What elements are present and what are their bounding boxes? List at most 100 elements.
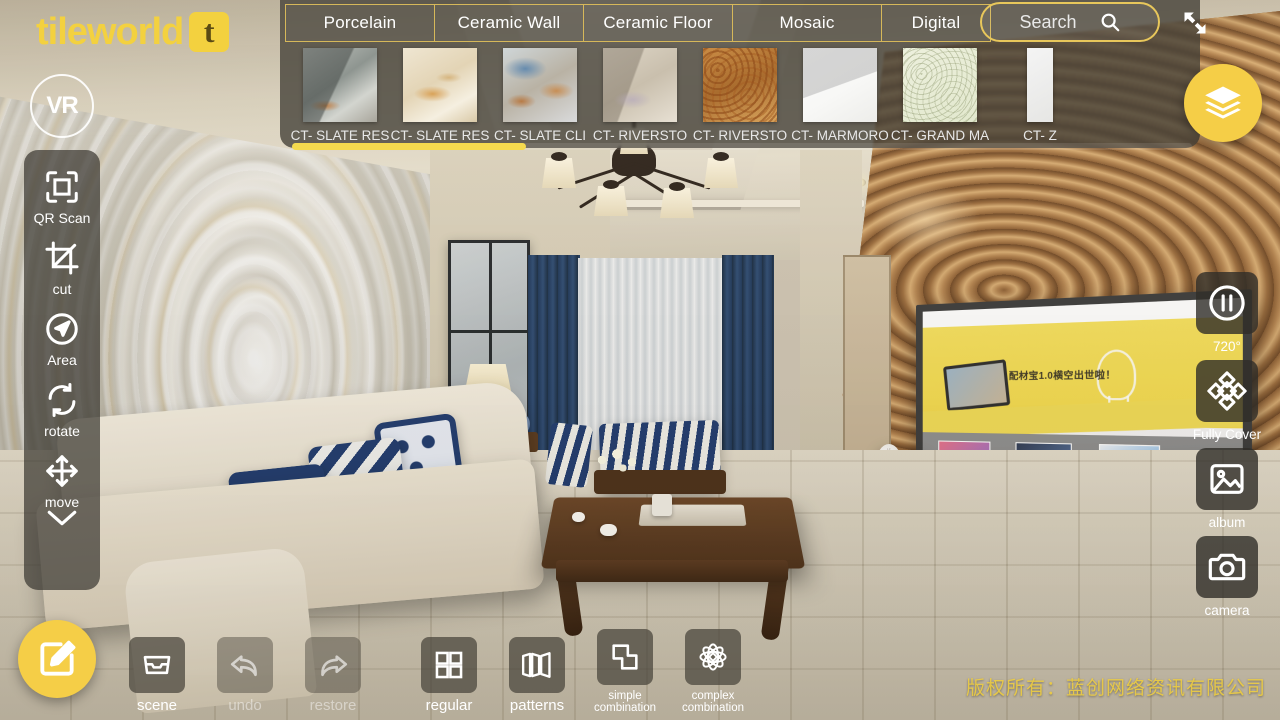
tool-camera-label: camera xyxy=(1204,603,1250,618)
tray-icon xyxy=(140,648,174,682)
search-placeholder: Search xyxy=(1019,11,1077,32)
copyright-watermark: 版权所有：蓝创网络资讯有限公司 xyxy=(965,677,1266,699)
layers-icon xyxy=(1202,82,1244,124)
tile-thumbnail xyxy=(503,48,577,122)
left-tool-panel: QR Scan cut Area rotate move xyxy=(24,150,100,590)
tool-undo-button[interactable] xyxy=(217,637,273,694)
tile-swatch-item[interactable]: CT- GRAND MA xyxy=(890,48,990,143)
pause-icon xyxy=(1206,282,1248,324)
tile-thumbnail xyxy=(1027,48,1053,122)
tool-camera[interactable]: camera xyxy=(1192,536,1262,618)
tile-label: CT- Z xyxy=(1023,128,1057,143)
tile-swatch-item[interactable]: CT- Z xyxy=(990,48,1090,143)
tile-label: CT- SLATE CLI xyxy=(493,128,587,143)
tile-thumbnail xyxy=(403,48,477,122)
layers-button[interactable] xyxy=(1184,64,1262,142)
tool-regular-button[interactable] xyxy=(421,637,477,694)
tile-list-scrollbar-thumb[interactable] xyxy=(292,143,526,150)
navigate-icon xyxy=(43,310,81,348)
left-panel-collapse-button[interactable] xyxy=(45,508,79,528)
qr-scan-icon xyxy=(43,168,81,206)
tool-patterns[interactable]: patterns xyxy=(500,637,574,714)
tile-swatch-item[interactable]: CT- RIVERSTO xyxy=(690,48,790,143)
tool-album-label: album xyxy=(1208,515,1246,530)
rotate-icon xyxy=(43,381,81,419)
tool-album[interactable]: album xyxy=(1192,448,1262,530)
crop-icon xyxy=(43,239,81,277)
tool-fully-cover[interactable]: Fully Cover xyxy=(1192,360,1262,442)
move-icon xyxy=(43,452,81,490)
tab-porcelain[interactable]: Porcelain xyxy=(285,4,435,42)
tile-swatch-item[interactable]: CT- RIVERSTO xyxy=(590,48,690,143)
redo-arrow-icon xyxy=(315,647,351,683)
tool-720-label: 720° xyxy=(1213,339,1241,354)
tool-complex-combination[interactable]: complex combination xyxy=(676,628,750,714)
logo-mark: t xyxy=(189,12,230,52)
tool-qr-scan[interactable]: QR Scan xyxy=(33,168,91,226)
bench-flowers xyxy=(590,444,650,484)
tool-simple-combination[interactable]: simple combination xyxy=(588,628,662,714)
tab-ceramic-floor[interactable]: Ceramic Floor xyxy=(583,4,733,42)
tile-swatch-list[interactable]: CT- SLATE RES CT- SLATE RES CT- SLATE CL… xyxy=(290,48,1090,143)
tool-rotate-label: rotate xyxy=(44,423,80,439)
vr-mode-button[interactable]: VR xyxy=(30,74,94,138)
tool-720-button[interactable] xyxy=(1196,272,1258,334)
simple-combination-icon xyxy=(608,640,642,674)
tool-restore[interactable]: restore xyxy=(296,637,370,714)
app-logo[interactable]: tileworld t xyxy=(36,11,230,53)
tool-undo[interactable]: undo xyxy=(208,637,282,714)
tile-list-scrollbar[interactable] xyxy=(292,143,1192,150)
tool-720-rotation[interactable]: 720° xyxy=(1192,272,1262,354)
chevron-down-icon xyxy=(45,508,79,528)
tool-patterns-button[interactable] xyxy=(509,637,565,694)
tool-simple-combination-button[interactable] xyxy=(597,628,653,685)
edit-button[interactable] xyxy=(18,620,96,698)
edit-pencil-icon xyxy=(35,637,79,681)
chandelier-shade xyxy=(542,158,576,188)
tile-thumbnail xyxy=(903,48,977,122)
tool-qr-scan-label: QR Scan xyxy=(33,210,91,226)
tool-regular[interactable]: regular xyxy=(412,637,486,714)
tile-swatch-item[interactable]: CT- SLATE RES xyxy=(390,48,490,143)
tab-digital[interactable]: Digital xyxy=(881,4,991,42)
tool-restore-label: restore xyxy=(309,697,357,715)
search-input[interactable]: Search xyxy=(980,2,1160,42)
tool-scene[interactable]: scene xyxy=(120,637,194,714)
tile-thumbnail xyxy=(603,48,677,122)
tool-complex-combination-button[interactable] xyxy=(685,628,741,685)
tile-thumbnail xyxy=(703,48,777,122)
fully-cover-icon xyxy=(1206,370,1248,412)
chandelier-cap xyxy=(551,152,567,161)
tool-move[interactable]: move xyxy=(43,452,81,510)
tile-label: CT- RIVERSTO xyxy=(692,128,788,143)
tile-swatch-item[interactable]: CT- SLATE CLI xyxy=(490,48,590,143)
vr-badge-label: VR xyxy=(46,92,78,119)
tile-label: CT- SLATE RES xyxy=(390,128,490,143)
tool-scene-button[interactable] xyxy=(129,637,185,694)
chandelier-cap xyxy=(713,152,729,161)
tab-ceramic-wall[interactable]: Ceramic Wall xyxy=(434,4,584,42)
expand-fullscreen-button[interactable] xyxy=(1176,4,1214,42)
complex-combination-icon xyxy=(695,639,731,675)
tile-swatch-item[interactable]: CT- SLATE RES xyxy=(290,48,390,143)
tool-cut-label: cut xyxy=(52,281,72,297)
tab-mosaic[interactable]: Mosaic xyxy=(732,4,882,42)
tool-scene-label: scene xyxy=(136,697,178,715)
app-root: 配材宝1.0横空出世啦！ tileworld t VR Porcelain Ce… xyxy=(0,0,1280,720)
chandelier-cap xyxy=(603,180,619,189)
tile-thumbnail xyxy=(803,48,877,122)
tool-camera-button[interactable] xyxy=(1196,536,1258,598)
tool-fully-cover-button[interactable] xyxy=(1196,360,1258,422)
tool-rotate[interactable]: rotate xyxy=(43,381,81,439)
chandelier-shade xyxy=(704,158,738,188)
tool-area[interactable]: Area xyxy=(43,310,81,368)
tool-cut[interactable]: cut xyxy=(43,239,81,297)
tool-restore-button[interactable] xyxy=(305,637,361,694)
logo-text: tileworld xyxy=(36,11,184,53)
image-icon xyxy=(1207,459,1247,499)
chandelier-cap xyxy=(669,182,685,191)
tile-swatch-item[interactable]: CT- MARMORO xyxy=(790,48,890,143)
tool-album-button[interactable] xyxy=(1196,448,1258,510)
bench-side xyxy=(544,421,594,489)
tool-patterns-label: patterns xyxy=(509,697,565,715)
